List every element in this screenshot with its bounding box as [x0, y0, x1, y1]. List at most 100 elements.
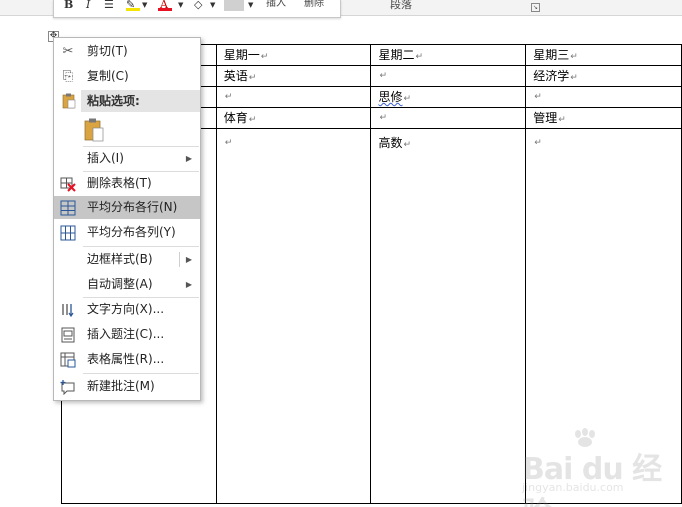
distribute-rows-icon [60, 200, 76, 216]
text-direction-icon [62, 304, 74, 318]
table-cell[interactable]: ↵ [215, 128, 372, 504]
paragraph-mark-icon: ↵ [224, 138, 233, 148]
table-cell[interactable]: 思修↵ [370, 86, 527, 108]
menu-item-insert-caption[interactable]: 插入题注(C)... [54, 323, 200, 346]
menu-item-label: 插入(I) [87, 151, 124, 165]
table-cell[interactable]: 星期三↵ [525, 44, 682, 66]
copy-icon: ⎘ [62, 69, 74, 84]
menu-item-label: 平均分布各列(Y) [87, 225, 176, 239]
submenu-arrow-icon: ▶ [185, 154, 192, 163]
insert-caption-icon [61, 327, 75, 343]
menu-item-text-direction[interactable]: 文字方向(X)... [54, 298, 200, 321]
table-cell[interactable]: 英语↵ [215, 65, 372, 87]
menu-item-insert[interactable]: 插入(I) ▶ [54, 147, 200, 170]
split-divider [179, 252, 180, 267]
table-cell[interactable]: ↵ [370, 65, 527, 87]
table-cell[interactable]: 管理↵ [525, 107, 682, 129]
menu-item-label: 边框样式(B) [87, 252, 153, 266]
paragraph-mark-icon: ↵ [248, 73, 257, 83]
paragraph-mark-icon: ↵ [379, 113, 388, 123]
table-context-menu: ✂ 剪切(T) ⎘ 复制(C) 粘贴选项: 插入(I) ▶ 删除表格(T) 平均… [53, 37, 201, 401]
paragraph-group-label: 段落 [390, 0, 412, 11]
highlight-dropdown-icon[interactable]: ▼ [142, 0, 147, 10]
paragraph-mark-icon: ↵ [534, 138, 542, 148]
dialog-launcher-icon[interactable]: ↘ [531, 3, 540, 12]
borders-icon[interactable] [224, 0, 244, 11]
menu-item-label: 平均分布各行(N) [87, 200, 178, 214]
distribute-columns-icon [60, 225, 76, 241]
scissors-icon: ✂ [62, 44, 74, 59]
paragraph-mark-icon: ↵ [260, 52, 269, 62]
paragraph-mark-icon: ↵ [534, 92, 542, 102]
table-cell[interactable]: ↵ [215, 86, 372, 108]
paragraph-mark-icon: ↵ [415, 52, 424, 62]
table-cell[interactable]: 体育↵ [215, 107, 372, 129]
align-icon[interactable]: ☰ [104, 0, 114, 10]
shading-dropdown-icon[interactable]: ▼ [210, 0, 215, 10]
cell-text: 经济学 [533, 69, 570, 83]
menu-item-delete-table[interactable]: 删除表格(T) [54, 172, 200, 195]
delete-button[interactable]: 删除 [304, 0, 324, 9]
menu-divider [83, 373, 199, 374]
paste-options-header: 粘贴选项: [81, 90, 200, 112]
table-cell[interactable]: 高数↵ [370, 128, 527, 504]
cell-text: 英语 [223, 69, 248, 83]
menu-item-label: 复制(C) [87, 69, 129, 83]
menu-item-autofit[interactable]: 自动调整(A) ▶ [54, 273, 200, 296]
table-cell[interactable]: ↵ [525, 86, 682, 108]
menu-item-copy[interactable]: ⎘ 复制(C) [54, 65, 200, 88]
table-cell[interactable]: 星期一↵ [215, 44, 372, 66]
paragraph-mark-icon: ↵ [248, 115, 257, 125]
borders-dropdown-icon[interactable]: ▼ [248, 0, 253, 10]
insert-button[interactable]: 插入 [266, 0, 286, 9]
paragraph-mark-icon: ↵ [558, 115, 566, 125]
menu-item-label: 删除表格(T) [87, 176, 152, 190]
font-color-dropdown-icon[interactable]: ▼ [178, 0, 183, 10]
menu-item-table-properties[interactable]: 表格属性(R)... [54, 348, 200, 371]
cell-text: 体育 [223, 111, 248, 125]
paragraph-mark-icon: ↵ [570, 52, 578, 62]
menu-item-new-comment[interactable]: 新建批注(M) [54, 375, 200, 398]
menu-item-distribute-columns[interactable]: 平均分布各列(Y) [54, 221, 200, 244]
clipboard-icon [62, 93, 76, 109]
paragraph-mark-icon: ↵ [403, 94, 412, 104]
paste-keep-formatting-icon[interactable] [83, 117, 107, 143]
menu-divider [83, 246, 199, 247]
cell-text: 星期一 [223, 48, 260, 62]
menu-item-border-styles[interactable]: 边框样式(B) ▶ [54, 248, 200, 271]
table-cell[interactable]: 星期二↵ [370, 44, 527, 66]
menu-item-distribute-rows[interactable]: 平均分布各行(N) [54, 196, 200, 219]
font-color-bar [158, 8, 172, 11]
menu-item-label: 文字方向(X)... [87, 302, 165, 316]
table-cell[interactable]: 经济学↵ [525, 65, 682, 87]
cell-text: 星期三 [533, 48, 570, 62]
menu-item-label: 表格属性(R)... [87, 352, 165, 366]
italic-button[interactable]: I [86, 0, 90, 10]
cell-text: 思修 [378, 90, 403, 104]
menu-item-label: 新建批注(M) [87, 379, 155, 393]
table-properties-icon [60, 352, 76, 368]
cell-text: 管理 [533, 111, 558, 125]
cell-text: 星期二 [378, 48, 415, 62]
shading-icon[interactable]: ◇ [194, 0, 202, 10]
menu-item-cut[interactable]: ✂ 剪切(T) [54, 40, 200, 63]
baidu-jingyan-watermark: Bai du 经验 jingyan.baidu.com [522, 428, 672, 507]
cell-text: 高数 [378, 136, 403, 150]
table-cell[interactable]: ↵ [370, 107, 527, 129]
delete-table-icon [60, 177, 76, 192]
watermark-logo-text: Bai du 经验 [522, 452, 662, 507]
watermark-url: jingyan.baidu.com [522, 481, 624, 494]
paragraph-mark-icon: ↵ [379, 71, 388, 81]
menu-item-label: 自动调整(A) [87, 277, 153, 291]
paragraph-mark-icon: ↵ [224, 92, 233, 102]
menu-item-label: 剪切(T) [87, 44, 128, 58]
submenu-arrow-icon: ▶ [185, 280, 192, 289]
mini-toolbar: B I ☰ ✎ ▼ A ▼ ◇ ▼ ▼ 插入 删除 [53, 0, 341, 18]
menu-item-label: 插入题注(C)... [87, 327, 165, 341]
submenu-arrow-icon[interactable]: ▶ [186, 248, 192, 271]
bold-button[interactable]: B [64, 0, 73, 10]
highlight-color-bar [126, 8, 140, 11]
paragraph-mark-icon: ↵ [403, 140, 412, 150]
new-comment-icon [60, 380, 75, 395]
paragraph-mark-icon: ↵ [570, 73, 578, 83]
